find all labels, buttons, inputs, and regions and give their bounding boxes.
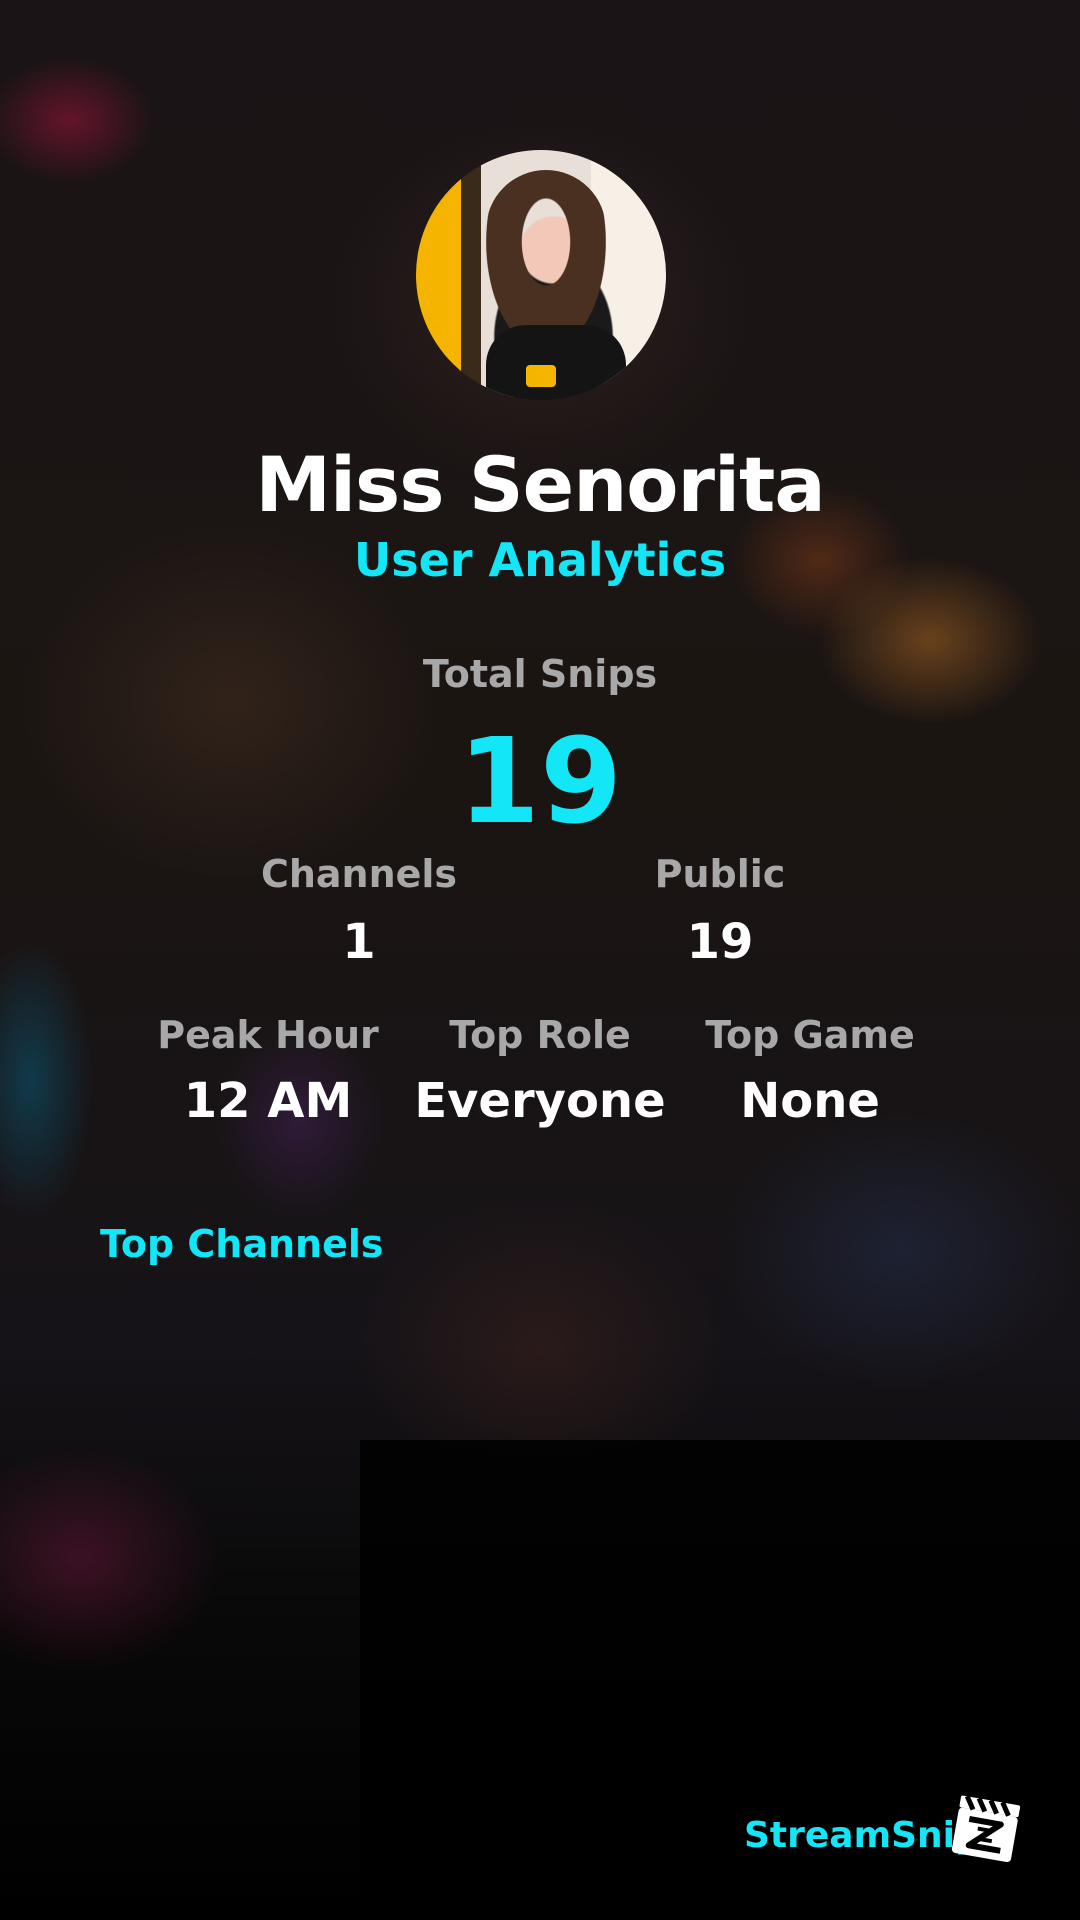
stat-value: Everyone bbox=[414, 1073, 666, 1129]
stat-value: 19 bbox=[686, 914, 754, 970]
stat-top-role: Top Role Everyone bbox=[410, 1013, 670, 1129]
stat-label: Top Role bbox=[449, 1013, 631, 1057]
stat-top-game: Top Game None bbox=[690, 1013, 930, 1129]
clapperboard-icon bbox=[951, 1795, 1021, 1863]
brand-name: StreamSnip bbox=[744, 1815, 981, 1856]
stat-label: Public bbox=[654, 852, 786, 896]
stat-label: Peak Hour bbox=[157, 1013, 379, 1057]
stat-label: Channels bbox=[260, 852, 458, 896]
stat-label: Top Game bbox=[705, 1013, 915, 1057]
stat-public: Public 19 bbox=[620, 852, 820, 970]
stat-value: None bbox=[740, 1073, 880, 1129]
user-name: Miss Senorita bbox=[255, 440, 825, 529]
total-snips-value: 19 bbox=[457, 712, 623, 850]
avatar-jacket bbox=[486, 325, 626, 400]
page-subtitle: User Analytics bbox=[353, 533, 727, 587]
stat-peak-hour: Peak Hour 12 AM bbox=[148, 1013, 388, 1129]
stat-value: 12 AM bbox=[183, 1073, 353, 1129]
total-snips-label: Total Snips bbox=[422, 652, 658, 696]
avatar-hair bbox=[486, 170, 606, 350]
avatar bbox=[416, 150, 666, 400]
avatar-patch bbox=[526, 365, 556, 387]
stat-channels: Channels 1 bbox=[239, 852, 479, 970]
top-channels-heading: Top Channels bbox=[100, 1222, 384, 1266]
stat-value: 1 bbox=[342, 914, 376, 970]
